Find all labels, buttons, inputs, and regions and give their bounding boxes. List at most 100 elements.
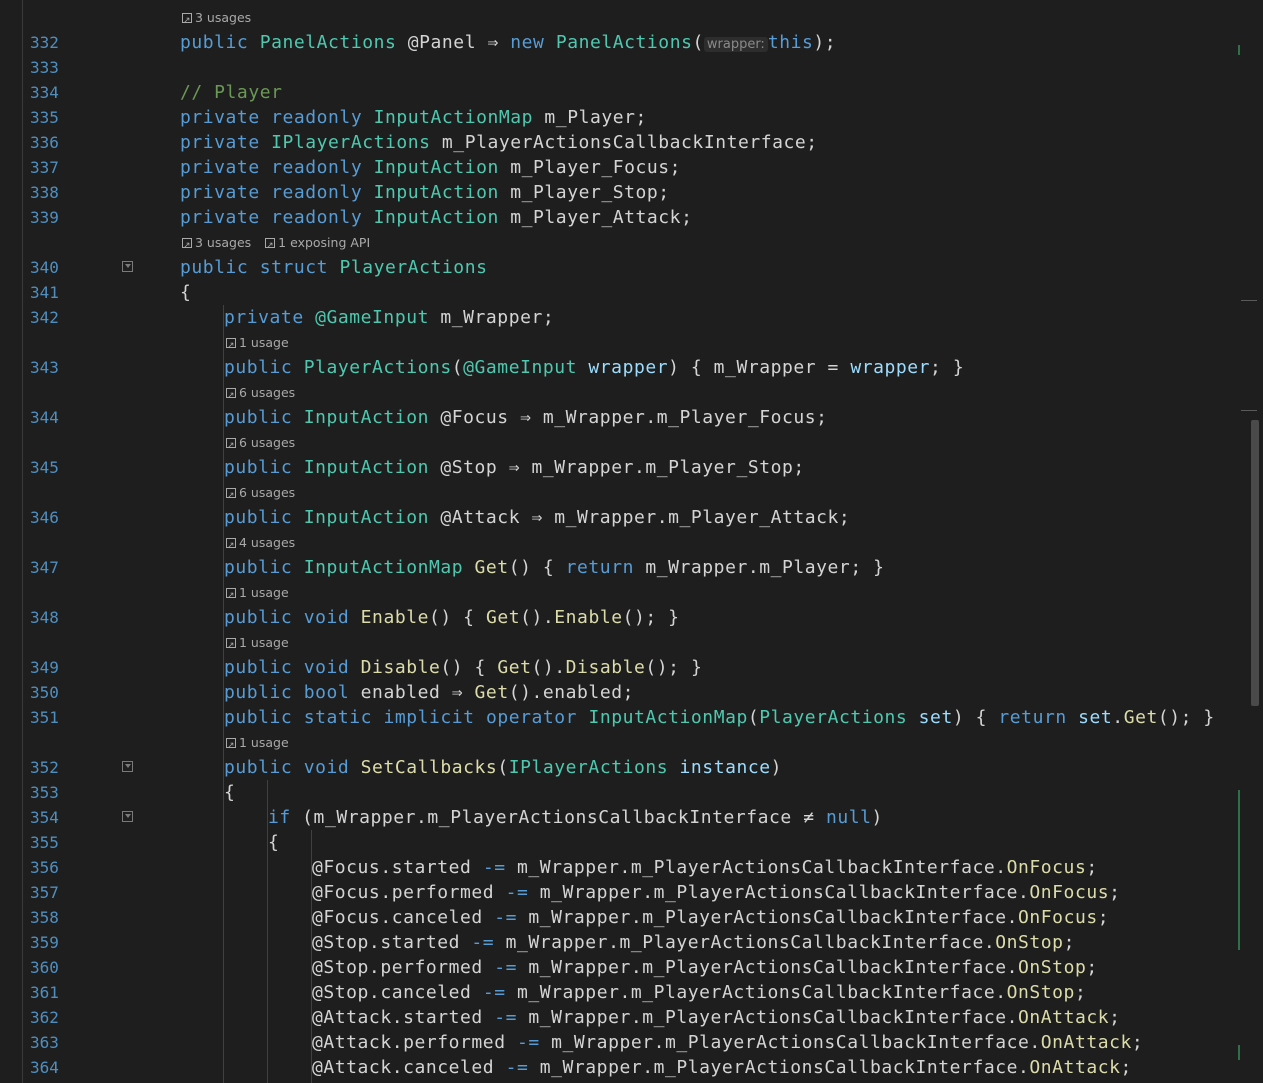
code-vision-hint-item[interactable]: 6 usages xyxy=(226,384,295,409)
code-token: OnFocus xyxy=(1006,857,1087,878)
code-token: readonly xyxy=(271,107,363,128)
code-vision-hint-item[interactable]: 1 usage xyxy=(226,734,289,759)
code-text[interactable]: private readonly InputAction m_Player_Fo… xyxy=(180,155,681,180)
code-token: @Focus.canceled xyxy=(312,907,495,928)
code-vision-hint-item[interactable]: 1 usage xyxy=(226,584,289,609)
line-number: 353 xyxy=(30,783,59,802)
code-token: -= xyxy=(505,1057,529,1078)
code-vision-hint-item[interactable]: 1 usage xyxy=(226,334,289,359)
line-number: 362 xyxy=(30,1008,59,1027)
code-vision-hint-item[interactable]: 1 exposing API xyxy=(265,234,370,259)
code-vision-hint[interactable]: 1 usage xyxy=(226,580,303,609)
code-text[interactable]: public InputActionMap Get() { return m_W… xyxy=(224,555,884,580)
code-text[interactable]: @Stop.performed -= m_Wrapper.m_PlayerAct… xyxy=(312,955,1098,980)
code-token: { xyxy=(180,282,192,303)
code-line: 364 @Attack.canceled -= m_Wrapper.m_Playe… xyxy=(0,1055,1240,1080)
code-vision-hint[interactable]: 1 usage xyxy=(226,330,303,359)
fold-chevron-icon[interactable] xyxy=(122,811,133,822)
line-number: 344 xyxy=(30,408,59,427)
code-token: (); } xyxy=(645,657,703,678)
code-text[interactable]: { xyxy=(224,780,235,805)
code-text[interactable]: @Attack.started -= m_Wrapper.m_PlayerAct… xyxy=(312,1005,1121,1030)
code-vision-hint[interactable]: 4 usages xyxy=(226,530,309,559)
code-vision-hint-item[interactable]: 6 usages xyxy=(226,434,295,459)
code-text[interactable]: private readonly InputActionMap m_Player… xyxy=(180,105,647,130)
code-text[interactable]: public InputAction @Attack ⇒ m_Wrapper.m… xyxy=(224,505,850,530)
code-text[interactable]: public InputAction @Stop ⇒ m_Wrapper.m_P… xyxy=(224,455,805,480)
code-line: 358 @Focus.canceled -= m_Wrapper.m_Player… xyxy=(0,905,1240,930)
code-text[interactable]: if (m_Wrapper.m_PlayerActionsCallbackInt… xyxy=(268,805,883,830)
line-number: 360 xyxy=(30,958,59,977)
code-text[interactable]: @Attack.canceled -= m_Wrapper.m_PlayerAc… xyxy=(312,1055,1132,1080)
code-token: m_PlayerActionsCallbackInterface; xyxy=(430,132,818,153)
code-token: ; xyxy=(1063,932,1075,953)
code-text[interactable]: { xyxy=(268,830,279,855)
code-token: InputActionMap xyxy=(303,557,464,578)
code-token: OnAttack xyxy=(1018,1007,1110,1028)
code-token: ≠ xyxy=(803,807,815,828)
code-vision-hint[interactable]: 6 usages xyxy=(226,430,309,459)
code-token: public xyxy=(180,257,249,278)
code-token: InputAction xyxy=(303,407,429,428)
code-text[interactable]: @Focus.canceled -= m_Wrapper.m_PlayerAct… xyxy=(312,905,1109,930)
indent-guide xyxy=(311,830,312,1083)
code-vision-hint[interactable]: 1 usage xyxy=(226,730,303,759)
code-token: ; } xyxy=(930,357,965,378)
code-token: public xyxy=(224,457,293,478)
code-vision-hint[interactable]: 6 usages xyxy=(226,380,309,409)
usages-icon xyxy=(226,334,236,359)
code-vision-hint[interactable]: 3 usages xyxy=(182,5,265,34)
code-text[interactable]: public bool enabled ⇒ Get().enabled; xyxy=(224,680,634,705)
code-token: ; xyxy=(1086,957,1098,978)
code-token: -= xyxy=(516,1032,540,1053)
code-text[interactable]: private readonly InputAction m_Player_At… xyxy=(180,205,692,230)
code-text[interactable]: public void Enable() { Get().Enable(); } xyxy=(224,605,680,630)
code-vision-hint-item[interactable]: 1 usage xyxy=(226,634,289,659)
code-vision-hint-item[interactable]: 3 usages xyxy=(182,9,251,34)
usages-icon xyxy=(182,9,192,34)
code-token: OnStop xyxy=(1018,957,1087,978)
code-text[interactable]: private readonly InputAction m_Player_St… xyxy=(180,180,670,205)
code-text[interactable]: public PanelActions @Panel ⇒ new PanelAc… xyxy=(180,30,836,57)
code-token: if xyxy=(268,807,291,828)
code-vision-hint-item[interactable]: 3 usages xyxy=(182,234,251,259)
fold-chevron-icon[interactable] xyxy=(122,761,133,772)
code-text[interactable]: @Attack.performed -= m_Wrapper.m_PlayerA… xyxy=(312,1030,1143,1055)
fold-chevron-icon[interactable] xyxy=(122,261,133,272)
code-text[interactable]: { xyxy=(180,280,191,305)
code-vision-hint[interactable]: 1 usage xyxy=(226,630,303,659)
code-text[interactable]: public void SetCallbacks(IPlayerActions … xyxy=(224,755,782,780)
code-text[interactable]: private @GameInput m_Wrapper; xyxy=(224,305,554,330)
vertical-scrollbar-thumb[interactable] xyxy=(1251,420,1259,706)
code-text[interactable]: public InputAction @Focus ⇒ m_Wrapper.m_… xyxy=(224,405,828,430)
code-text[interactable]: @Focus.performed -= m_Wrapper.m_PlayerAc… xyxy=(312,880,1121,905)
code-vision-hint[interactable]: 3 usages 1 exposing API xyxy=(182,230,384,259)
code-text[interactable]: public static implicit operator InputAct… xyxy=(224,705,1215,730)
code-editor[interactable]: 3 usages 332 public PanelActions @Panel ⇒ … xyxy=(0,0,1263,1083)
usages-icon xyxy=(226,584,236,609)
code-text[interactable]: // Player xyxy=(180,80,282,105)
code-text[interactable]: @Stop.started -= m_Wrapper.m_PlayerActio… xyxy=(312,930,1075,955)
code-token: SetCallbacks xyxy=(360,757,498,778)
line-number: 361 xyxy=(30,983,59,1002)
code-token: m_Wrapper; xyxy=(428,307,555,328)
code-text[interactable]: public PlayerActions(@GameInput wrapper)… xyxy=(224,355,964,380)
code-text[interactable]: private IPlayerActions m_PlayerActionsCa… xyxy=(180,130,818,155)
code-text[interactable]: @Focus.started -= m_Wrapper.m_PlayerActi… xyxy=(312,855,1098,880)
code-text[interactable]: public struct PlayerActions xyxy=(180,255,487,280)
code-vision-hint-item[interactable]: 6 usages xyxy=(226,484,295,509)
code-token: m_Wrapper.m_PlayerActionsCallbackInterfa… xyxy=(516,957,1019,978)
code-vision-hint[interactable]: 6 usages xyxy=(226,480,309,509)
code-line: 332 public PanelActions @Panel ⇒ new Pane… xyxy=(0,30,1240,55)
code-token: -= xyxy=(494,1007,517,1028)
code-text[interactable]: @Stop.canceled -= m_Wrapper.m_PlayerActi… xyxy=(312,980,1086,1005)
code-token: @Stop.canceled xyxy=(312,982,483,1003)
code-vision-hint-item[interactable]: 4 usages xyxy=(226,534,295,559)
code-text[interactable]: public void Disable() { Get().Disable();… xyxy=(224,655,702,680)
hint-label: 1 usage xyxy=(239,585,289,600)
line-number: 340 xyxy=(30,258,59,277)
